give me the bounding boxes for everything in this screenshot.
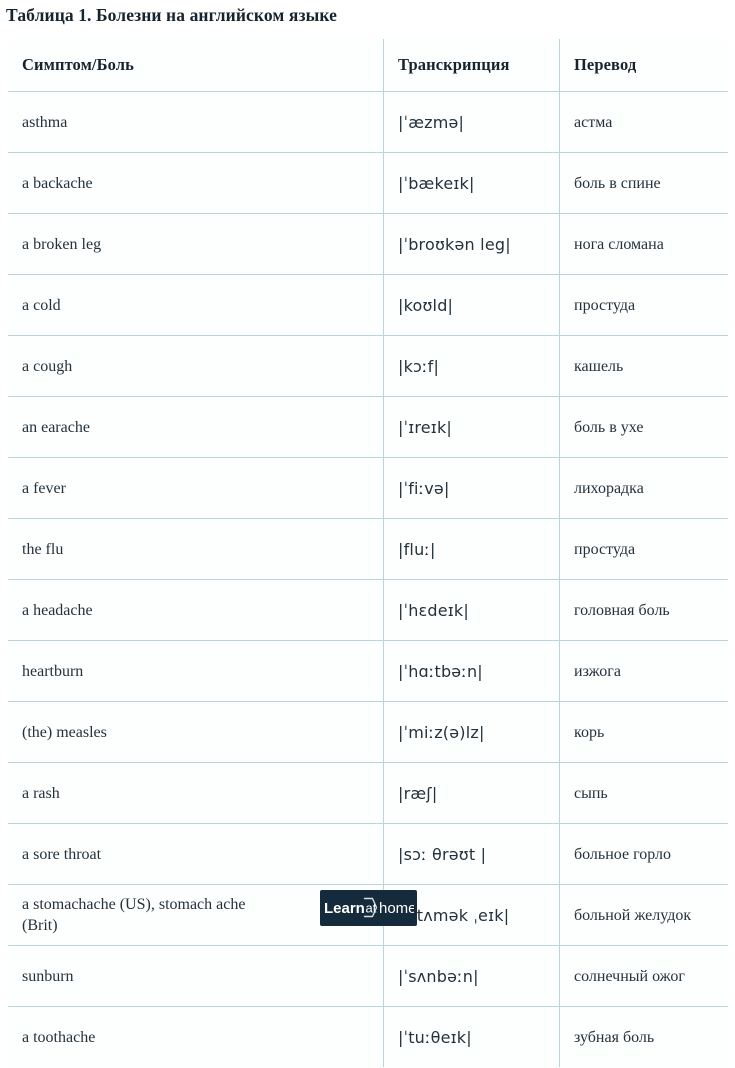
cell-translation: простуда (559, 518, 728, 580)
logo-text-home: home (379, 900, 414, 917)
table-row: a rash |ræʃ| сыпь (8, 762, 728, 824)
term-line-primary: a backache (22, 174, 93, 192)
table-row: (the) measles |ˈmiːz(ə)lz| корь (8, 701, 728, 763)
cell-term: a toothache (8, 1006, 384, 1067)
term-line-primary: a sore throat (22, 845, 102, 863)
cell-transcription: |ˈbroʊkən leg| (383, 213, 560, 275)
cell-transcription: |ˈhɑːtbəːn| (383, 640, 560, 702)
cell-term: asthma (8, 91, 384, 153)
column-header-transcription: Транскрипция (383, 39, 560, 92)
page-root: Таблица 1. Болезни на английском языке С… (0, 0, 735, 1068)
cell-translation: зубная боль (559, 1006, 728, 1067)
term-line-primary: a broken leg (22, 235, 102, 253)
table-row: a toothache |ˈtuːθeɪk| зубная боль (8, 1006, 728, 1067)
table-row: a fever |ˈfiːvə| лихорадка (8, 457, 728, 519)
logo-text-learn: Learn (324, 900, 365, 917)
cell-transcription: |fluː| (383, 518, 560, 580)
table-row: a broken leg |ˈbroʊkən leg| нога сломана (8, 213, 728, 275)
table-row: a cold |koʊld| простуда (8, 274, 728, 336)
cell-term: a cold (8, 274, 384, 336)
cell-transcription: |ˈsʌnbəːn| (383, 945, 560, 1007)
column-header-term: Симптом/Боль (8, 39, 384, 92)
term-line-primary: heartburn (22, 662, 84, 680)
cell-term: an earache (8, 396, 384, 458)
cell-translation: больное горло (559, 823, 728, 885)
cell-translation: изжога (559, 640, 728, 702)
column-header-translation: Перевод (559, 39, 728, 92)
cell-translation: кашель (559, 335, 728, 397)
cell-term: heartburn (8, 640, 384, 702)
table-header: Симптом/Боль Транскрипция Перевод (8, 39, 728, 92)
learn-at-home-logo[interactable]: Learn at home (320, 890, 417, 926)
learn-at-home-logo-mark: Learn at home (324, 897, 414, 918)
cell-transcription: |ræʃ| (383, 762, 560, 824)
term-line-primary: a cough (22, 357, 73, 375)
cell-term: a fever (8, 457, 384, 519)
cell-term: a headache (8, 579, 384, 641)
page-title: Таблица 1. Болезни на английском языке (6, 5, 337, 25)
table-row: a sore throat |sɔː θrəʊt | больное горло (8, 823, 728, 885)
cell-term: the flu (8, 518, 384, 580)
term-line-primary: a fever (22, 479, 66, 497)
cell-translation: лихорадка (559, 457, 728, 519)
cell-translation: боль в ухе (559, 396, 728, 458)
cell-term: a cough (8, 335, 384, 397)
cell-transcription: |sɔː θrəʊt | (383, 823, 560, 885)
cell-transcription: |ˈɪreɪk| (383, 396, 560, 458)
table-row: a backache |ˈbækeɪk| боль в спине (8, 152, 728, 214)
cell-transcription: |ˈfiːvə| (383, 457, 560, 519)
table-header-row: Симптом/Боль Транскрипция Перевод (8, 39, 728, 92)
term-line-primary: a rash (22, 784, 60, 802)
term-line-primary: a cold (22, 296, 61, 314)
table-row: asthma |ˈæzmə| астма (8, 91, 728, 153)
cell-transcription: |ˈmiːz(ə)lz| (383, 701, 560, 763)
cell-translation: солнечный ожог (559, 945, 728, 1007)
cell-translation: простуда (559, 274, 728, 336)
cell-transcription: |ˈbækeɪk| (383, 152, 560, 214)
term-line-primary: sunburn (22, 967, 74, 985)
term-line-primary: (the) measles (22, 723, 107, 741)
table-row: an earache |ˈɪreɪk| боль в ухе (8, 396, 728, 458)
table-row: a headache |ˈhɛdeɪk| головная боль (8, 579, 728, 641)
term-line-primary: a headache (22, 601, 93, 619)
cell-transcription: |ˈhɛdeɪk| (383, 579, 560, 641)
cell-term: sunburn (8, 945, 384, 1007)
table-row: the flu |fluː| простуда (8, 518, 728, 580)
cell-translation: корь (559, 701, 728, 763)
term-line-primary: an earache (22, 418, 90, 436)
cell-translation: головная боль (559, 579, 728, 641)
cell-translation: сыпь (559, 762, 728, 824)
cell-transcription: |kɔːf| (383, 335, 560, 397)
term-line-primary: the flu (22, 540, 64, 558)
cell-translation: боль в спине (559, 152, 728, 214)
term-line-primary: a toothache (22, 1028, 96, 1046)
term-line-primary: asthma (22, 113, 68, 131)
cell-translation: нога сломана (559, 213, 728, 275)
cell-term: a broken leg (8, 213, 384, 275)
cell-transcription: |koʊld| (383, 274, 560, 336)
table-row: heartburn |ˈhɑːtbəːn| изжога (8, 640, 728, 702)
cell-translation: больной желудок (559, 884, 728, 946)
cell-term: a sore throat (8, 823, 384, 885)
cell-term: a backache (8, 152, 384, 214)
table-row: sunburn |ˈsʌnbəːn| солнечный ожог (8, 945, 728, 1007)
cell-term: (the) measles (8, 701, 384, 763)
logo-text-at: at (365, 901, 376, 916)
cell-term: a rash (8, 762, 384, 824)
table-row: a cough |kɔːf| кашель (8, 335, 728, 397)
cell-translation: астма (559, 91, 728, 153)
cell-transcription: |ˈtuːθeɪk| (383, 1006, 560, 1067)
cell-transcription: |ˈæzmə| (383, 91, 560, 153)
